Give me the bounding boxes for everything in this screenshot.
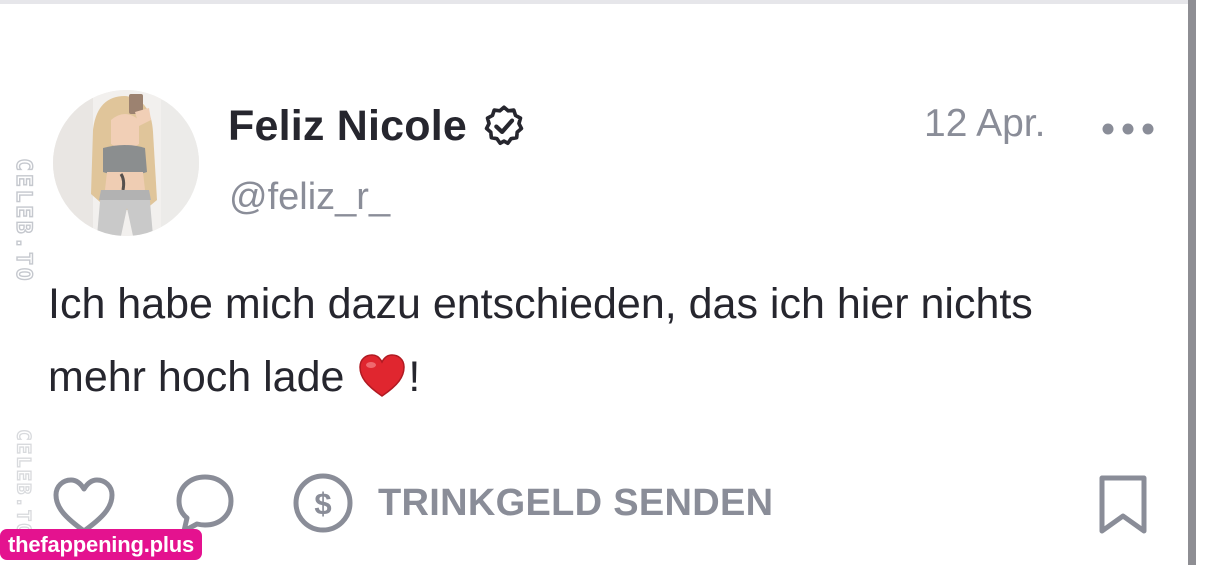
comment-bubble-icon[interactable] — [174, 472, 236, 536]
author-handle[interactable]: @feliz_r_ — [229, 176, 390, 219]
more-dots-icon[interactable] — [1100, 116, 1156, 142]
watermark-pill: thefappening.plus — [0, 529, 203, 560]
watermark-vertical-faded: CELEB.TO — [12, 429, 35, 538]
post-text-line-2: mehr hoch lade ! — [48, 341, 1168, 414]
svg-text:$: $ — [314, 486, 331, 521]
watermark-vertical-faded-text: CELEB.TO — [13, 429, 35, 537]
author-name[interactable]: Feliz Nicole — [228, 102, 467, 151]
post-text-line-2-start: mehr hoch lade — [48, 353, 357, 401]
post-text-line-2-end: ! — [408, 353, 421, 401]
send-tip-label: TRINKGELD SENDEN — [378, 481, 774, 524]
heart-outline-icon[interactable] — [52, 476, 116, 536]
watermark-vertical-text: CELEB.TO — [12, 158, 36, 283]
verified-badge-icon — [484, 105, 524, 146]
avatar[interactable] — [53, 90, 199, 236]
post-card: Feliz Nicole @feliz_r_ 12 Apr. Ich habe … — [0, 0, 1206, 565]
post-text: Ich habe mich dazu entschieden, das ich … — [48, 268, 1168, 414]
watermark-vertical: CELEB.TO — [11, 158, 36, 285]
top-divider — [0, 0, 1188, 4]
dollar-circle-icon: $ — [293, 473, 353, 533]
scrollbar[interactable] — [1188, 0, 1196, 565]
send-tip-button[interactable]: $ TRINKGELD SENDEN — [292, 472, 773, 534]
avatar-image — [53, 90, 199, 236]
bookmark-icon[interactable] — [1096, 474, 1150, 536]
author-row: Feliz Nicole — [228, 96, 527, 156]
red-heart-emoji — [359, 354, 406, 397]
post-date: 12 Apr. — [924, 102, 1046, 145]
post-text-line-1: Ich habe mich dazu entschieden, das ich … — [48, 280, 1033, 328]
